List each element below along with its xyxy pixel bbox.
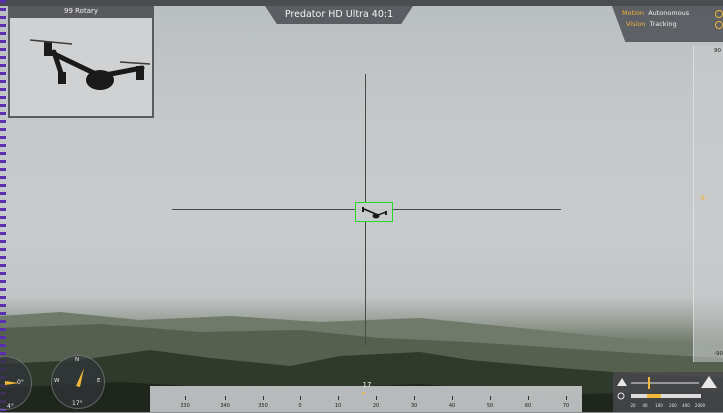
drone-icon <box>29 39 151 90</box>
mountain-small-icon <box>617 378 627 386</box>
detection-inset[interactable]: 99 Rotary <box>8 6 154 118</box>
status-vision-value: Tracking <box>649 20 677 28</box>
status-motion: Motion Autonomous <box>622 9 689 18</box>
target-tracking-box[interactable] <box>355 202 393 222</box>
status-motion-key: Motion <box>622 9 645 17</box>
heading-tick <box>300 396 301 400</box>
tracked-drone-icon <box>362 207 387 219</box>
zoom-label: 20 <box>630 403 636 408</box>
heading-tick-label: 50 <box>486 403 494 409</box>
heading-tick <box>452 396 453 400</box>
compass-east-label: E <box>97 378 101 384</box>
zoom-label: 40 <box>642 403 648 408</box>
heading-tick <box>414 396 415 400</box>
right-compass-value: 17° <box>72 400 83 407</box>
heading-tick <box>263 396 264 400</box>
vision-status-icon <box>715 21 723 29</box>
camera-title-tab: Predator HD Ultra 40:1 <box>265 6 413 24</box>
left-compass-bottom-value: 4° <box>7 403 14 410</box>
elevation-marker: 4› <box>700 194 708 202</box>
zoom-label: 200 <box>669 403 677 408</box>
mountain-large-icon <box>701 376 717 388</box>
compass-north-label: N <box>75 357 80 363</box>
status-panel: Motion Autonomous Vision Tracking <box>612 6 723 42</box>
inset-title: 99 Rotary <box>63 7 99 15</box>
motion-status-icon <box>715 10 723 18</box>
left-border <box>0 0 6 412</box>
status-motion-value: Autonomous <box>648 9 690 17</box>
heading-tick-label: 70 <box>562 403 570 409</box>
heading-indicator-icon: ▾ <box>362 390 366 397</box>
heading-tick-label: 40 <box>448 403 456 409</box>
zoom-range-selection <box>647 394 661 398</box>
status-vision-key: Vision <box>626 20 646 28</box>
zoom-level-marker <box>648 377 650 389</box>
heading-tick <box>566 396 567 400</box>
zoom-panel[interactable]: 20 40 100 200 400 2000 <box>613 372 723 412</box>
heading-tick-label: 330 <box>180 403 190 409</box>
heading-tick-label: 60 <box>524 403 532 409</box>
zoom-range-bar <box>631 394 701 398</box>
right-compass[interactable]: N E W 17° <box>51 355 105 409</box>
heading-tick <box>490 396 491 400</box>
compass-west-label: W <box>54 378 60 384</box>
heading-tick-label: 20 <box>372 403 380 409</box>
heading-tick-label: 350 <box>258 403 268 409</box>
heading-tick-label: 340 <box>220 403 230 409</box>
heading-tick <box>376 396 377 400</box>
camera-title: Predator HD Ultra 40:1 <box>284 9 394 20</box>
zoom-label: 2000 <box>694 403 706 408</box>
elevation-marker-value: 4 <box>700 194 705 202</box>
status-vision: Vision Tracking <box>626 20 677 29</box>
left-compass[interactable]: 0° 4° <box>0 356 32 410</box>
drone-thumbnail <box>10 18 152 116</box>
elevation-bottom-label: -90 <box>714 351 723 357</box>
zoom-label: 100 <box>655 403 663 408</box>
elevation-top-label: 90 <box>714 48 721 54</box>
zoom-label: 400 <box>682 403 690 408</box>
left-compass-value: 0° <box>17 379 24 386</box>
heading-tick-label: 0 <box>298 403 302 409</box>
heading-tick <box>338 396 339 400</box>
target-settings-icon <box>617 392 625 400</box>
heading-tick-label: 10 <box>334 403 342 409</box>
heading-tick <box>528 396 529 400</box>
left-compass-needle-icon <box>5 381 19 385</box>
heading-tick <box>225 396 226 400</box>
elevation-scale[interactable]: 90 4› -90 <box>693 46 723 362</box>
heading-tick <box>185 396 186 400</box>
zoom-slider[interactable] <box>613 372 723 400</box>
heading-tick-label: 30 <box>410 403 418 409</box>
